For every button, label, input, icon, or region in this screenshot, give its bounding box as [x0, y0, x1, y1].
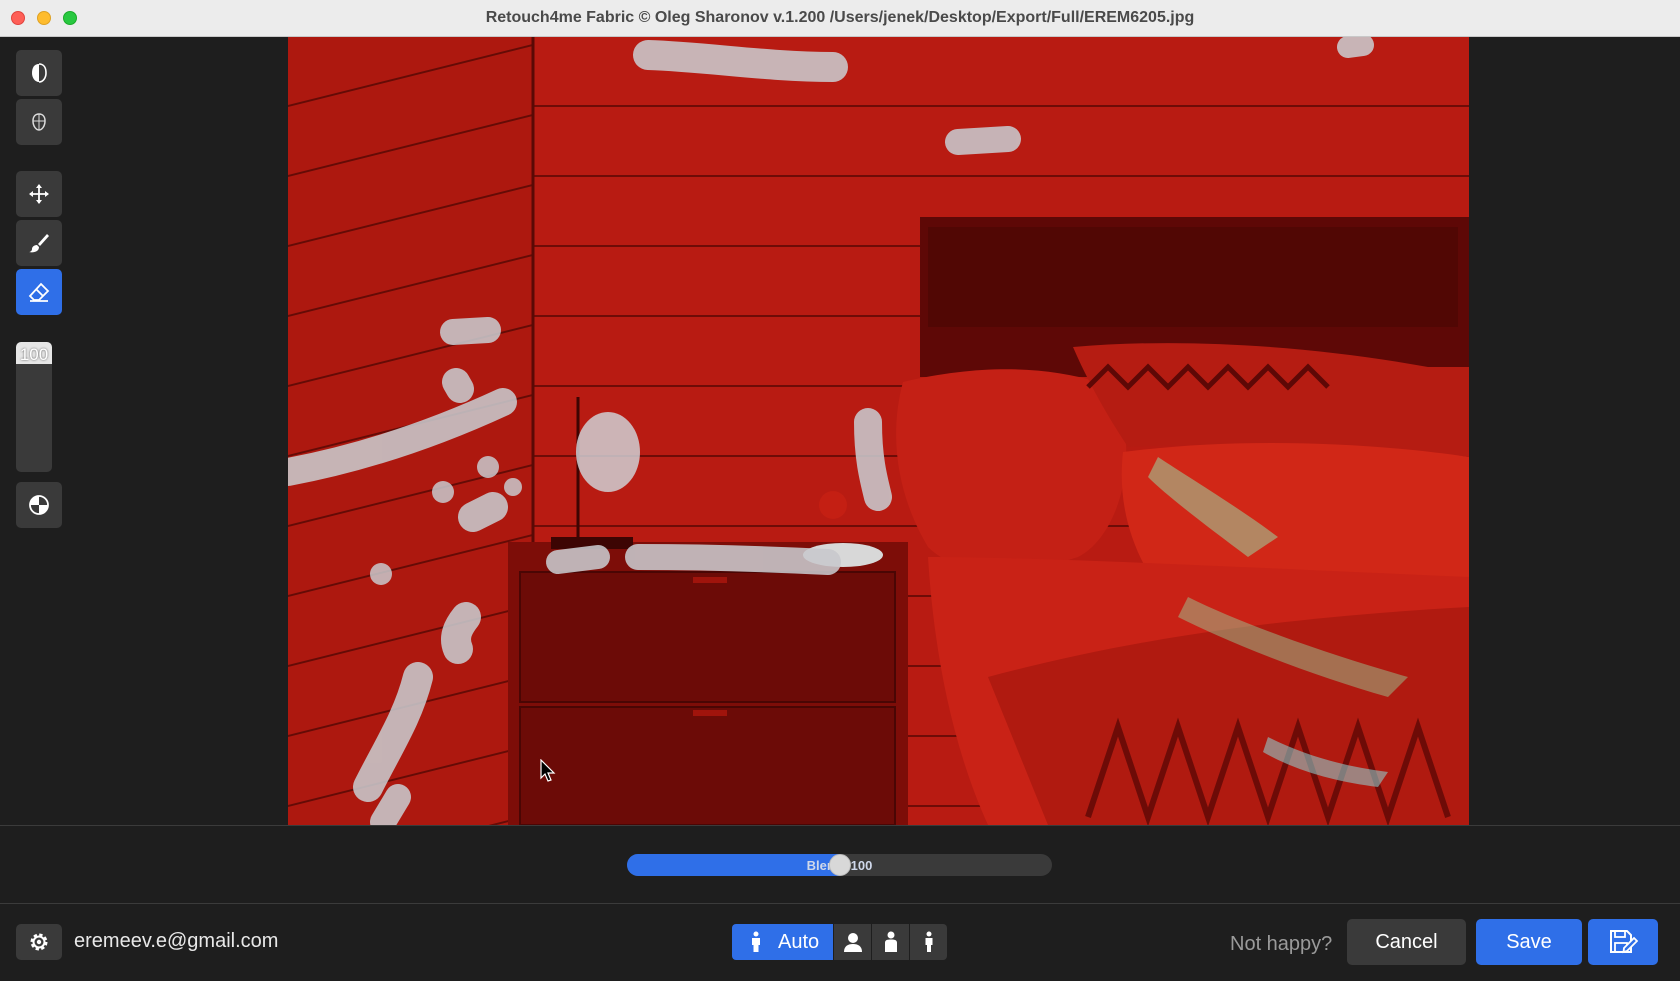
brush-tool-button[interactable] — [16, 220, 62, 266]
settings-button[interactable] — [16, 924, 62, 960]
mode-portrait-button[interactable] — [834, 924, 871, 960]
full-body-icon — [752, 931, 760, 952]
mode-auto-label: Auto — [778, 930, 820, 953]
eraser-tool-button[interactable] — [16, 269, 62, 315]
save-button[interactable]: Save — [1476, 919, 1582, 965]
mask-half-tool-button[interactable] — [16, 50, 62, 96]
image-preview[interactable] — [288, 37, 1469, 825]
face-mask-icon — [32, 113, 46, 131]
gear-icon — [30, 933, 48, 951]
title-bar: Retouch4me Fabric © Oleg Sharonov v.1.20… — [0, 0, 1680, 37]
canvas-area[interactable] — [80, 37, 1680, 825]
cancel-button[interactable]: Cancel — [1347, 919, 1466, 965]
window-title: Retouch4me Fabric © Oleg Sharonov v.1.20… — [485, 9, 1195, 26]
contrast-view-icon — [29, 495, 49, 515]
bedroom-photo-mask-overlay — [288, 37, 1469, 825]
half-body-person-icon — [884, 931, 897, 952]
move-tool-button[interactable] — [16, 171, 62, 217]
contrast-view-tool-button[interactable] — [16, 482, 62, 528]
face-mask-tool-button[interactable] — [16, 99, 62, 145]
mouse-cursor-icon — [540, 759, 556, 782]
mode-full-body-button[interactable] — [910, 924, 947, 960]
brush-size-value: 100 — [19, 345, 49, 364]
eraser-icon — [28, 282, 50, 302]
blend-slider-knob[interactable] — [828, 854, 851, 876]
not-happy-link[interactable]: Not happy? — [1230, 933, 1332, 956]
divider-canvas-bottom — [0, 825, 1680, 826]
tool-sidebar: 100 — [0, 37, 80, 825]
portrait-person-icon — [843, 933, 862, 952]
brush-icon — [29, 234, 49, 253]
save-edit-icon — [1610, 930, 1638, 954]
full-body-person-icon — [925, 931, 932, 952]
account-email: eremeev.e@gmail.com — [74, 930, 279, 952]
mask-half-icon — [32, 63, 47, 83]
divider-footer — [0, 903, 1680, 904]
move-icon — [29, 184, 49, 204]
save-as-button[interactable] — [1588, 919, 1658, 965]
body-mode-selector: Auto — [732, 924, 947, 960]
mode-auto-button[interactable]: Auto — [732, 924, 833, 960]
app-window: Retouch4me Fabric © Oleg Sharonov v.1.20… — [0, 0, 1680, 981]
mode-half-body-button[interactable] — [872, 924, 909, 960]
brush-size-slider[interactable]: 100 — [16, 342, 52, 472]
